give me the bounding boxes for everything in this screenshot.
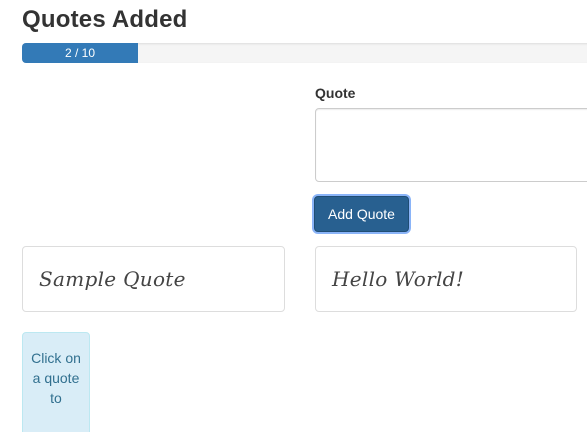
quote-card-hello[interactable]: Hello World! bbox=[315, 246, 577, 312]
progress-text: 2 / 10 bbox=[64, 46, 96, 60]
progress-bar: 2 / 10 bbox=[22, 43, 587, 63]
quote-text: Sample Quote bbox=[39, 267, 186, 291]
quote-input[interactable] bbox=[315, 108, 587, 182]
progress-bar-fill: 2 / 10 bbox=[22, 43, 138, 63]
hint-alert: Click on a quote to bbox=[22, 332, 90, 432]
quote-card-sample[interactable]: Sample Quote bbox=[22, 246, 285, 312]
page-title: Quotes Added bbox=[22, 6, 188, 33]
page: Quotes Added 2 / 10 Quote Add Quote Samp… bbox=[0, 0, 587, 432]
quote-label: Quote bbox=[315, 85, 356, 101]
quote-text: Hello World! bbox=[332, 267, 465, 291]
add-quote-button[interactable]: Add Quote bbox=[314, 196, 409, 232]
